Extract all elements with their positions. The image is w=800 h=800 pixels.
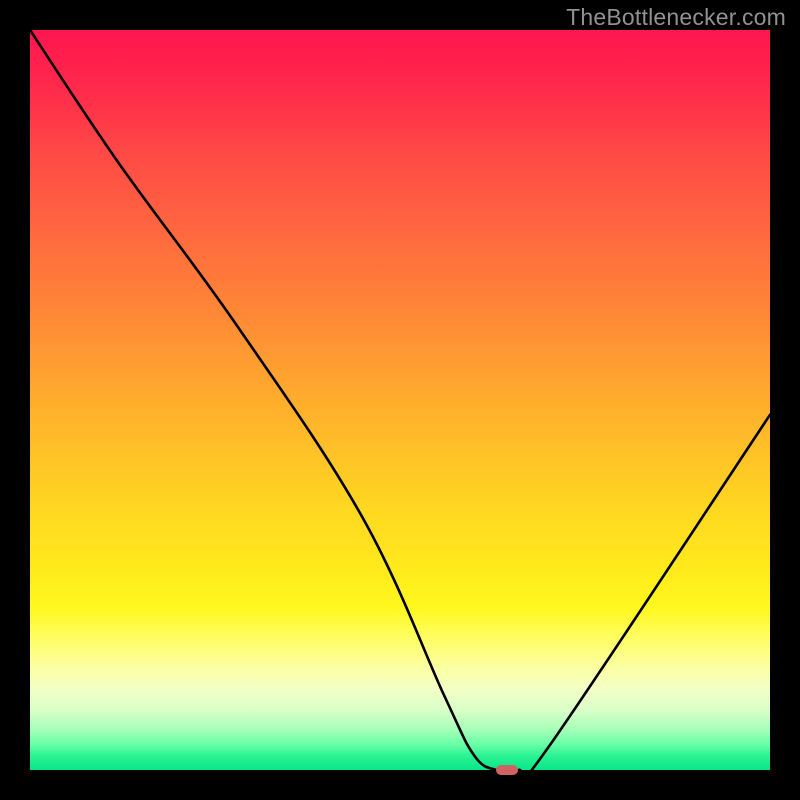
chart-container: TheBottlenecker.com xyxy=(0,0,800,800)
plot-area xyxy=(30,30,770,770)
watermark-text: TheBottlenecker.com xyxy=(566,4,786,31)
bottleneck-curve xyxy=(30,30,770,770)
optimal-marker xyxy=(496,765,518,775)
